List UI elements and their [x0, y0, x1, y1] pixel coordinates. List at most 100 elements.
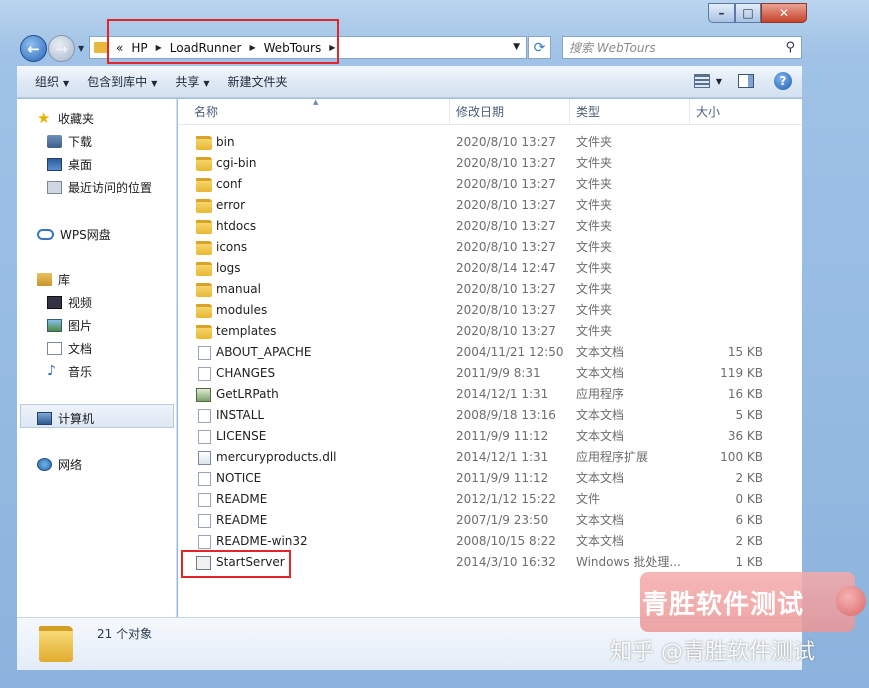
table-row[interactable]: CHANGES 2011/9/9 8:31 文本文档 119 KB: [178, 363, 802, 384]
table-row[interactable]: LICENSE 2011/9/9 11:12 文本文档 36 KB: [178, 426, 802, 447]
table-row[interactable]: NOTICE 2011/9/9 11:12 文本文档 2 KB: [178, 468, 802, 489]
folder-icon: [196, 157, 212, 171]
nav-documents[interactable]: 文档: [47, 340, 92, 357]
column-header-row: ▲ 名称 修改日期 类型 大小: [178, 98, 802, 125]
maximize-button[interactable]: □: [735, 3, 761, 23]
include-library-button[interactable]: 包含到库中 ▼: [87, 73, 157, 90]
table-row[interactable]: modules 2020/8/10 13:27 文件夹: [178, 300, 802, 321]
file-name: logs: [216, 261, 241, 275]
help-icon[interactable]: ?: [774, 72, 792, 90]
nav-desktop[interactable]: 桌面: [47, 156, 92, 173]
folder-icon: [196, 136, 212, 150]
table-row[interactable]: README 2012/1/12 15:22 文件 0 KB: [178, 489, 802, 510]
file-date: 2020/8/10 13:27: [456, 135, 556, 149]
table-row[interactable]: templates 2020/8/10 13:27 文件夹: [178, 321, 802, 342]
table-row[interactable]: mercuryproducts.dll 2014/12/1 1:31 应用程序扩展 1…: [178, 447, 802, 468]
file-name: conf: [216, 177, 242, 191]
table-row[interactable]: htdocs 2020/8/10 13:27 文件夹: [178, 216, 802, 237]
star-icon: ★: [37, 109, 51, 127]
navigation-pane: ★ 收藏夹 下载 桌面 最近访问的位置 WPS网盘 库 视频 图片 文档 ♪ 音乐 …: [17, 99, 177, 617]
file-date: 2020/8/10 13:27: [456, 240, 556, 254]
file-size: [691, 132, 763, 153]
table-row[interactable]: conf 2020/8/10 13:27 文件夹: [178, 174, 802, 195]
file-type: 文件夹: [576, 219, 613, 233]
folder-icon: [196, 304, 212, 318]
nav-pictures[interactable]: 图片: [47, 317, 92, 334]
file-date: 2020/8/10 13:27: [456, 198, 556, 212]
file-type: 文本文档: [576, 513, 625, 527]
file-type: Windows 批处理...: [576, 555, 681, 569]
nav-libraries[interactable]: 库: [37, 271, 70, 288]
close-button[interactable]: ✕: [761, 3, 807, 23]
new-folder-button[interactable]: 新建文件夹: [228, 73, 288, 90]
text-file-icon: [198, 514, 211, 528]
library-icon: [37, 273, 52, 286]
nav-music[interactable]: ♪ 音乐: [47, 363, 92, 380]
file-name: modules: [216, 303, 268, 317]
watermark-card: 青胜软件测试: [640, 572, 855, 632]
table-row[interactable]: ABOUT_APACHE 2004/11/21 12:50 文本文档 15 KB: [178, 342, 802, 363]
column-type[interactable]: 类型: [570, 99, 690, 125]
file-size: 2 KB: [735, 534, 763, 548]
file-size: 1 KB: [735, 555, 763, 569]
table-row[interactable]: manual 2020/8/10 13:27 文件夹: [178, 279, 802, 300]
file-list: ▲ 名称 修改日期 类型 大小 bin 2020/8/10 13:27 文件夹 cgi…: [178, 98, 802, 617]
table-row[interactable]: cgi-bin 2020/8/10 13:27 文件夹: [178, 153, 802, 174]
address-dropdown-icon[interactable]: ▼: [513, 42, 520, 52]
nav-desktop-label: 桌面: [68, 158, 93, 172]
column-name[interactable]: 名称: [188, 99, 450, 125]
chevron-down-icon: ▼: [63, 79, 70, 88]
file-size: 0 KB: [735, 492, 763, 506]
table-row[interactable]: GetLRPath 2014/12/1 1:31 应用程序 16 KB: [178, 384, 802, 405]
file-size: [691, 300, 763, 321]
picture-icon: [47, 319, 62, 332]
text-file-icon: [198, 346, 211, 360]
network-icon: [37, 458, 52, 471]
history-dropdown-icon[interactable]: ▼: [78, 44, 84, 53]
table-row[interactable]: bin 2020/8/10 13:27 文件夹: [178, 132, 802, 153]
nav-downloads[interactable]: 下载: [47, 133, 92, 150]
nav-wps-drive[interactable]: WPS网盘: [37, 226, 111, 243]
nav-network-label: 网络: [58, 458, 83, 472]
file-name: manual: [216, 282, 261, 296]
minimize-button[interactable]: –: [708, 3, 735, 23]
share-button[interactable]: 共享 ▼: [175, 73, 209, 90]
file-type: 文件夹: [576, 177, 613, 191]
table-row[interactable]: INSTALL 2008/9/18 13:16 文本文档 5 KB: [178, 405, 802, 426]
table-row[interactable]: README-win32 2008/10/15 8:22 文本文档 2 KB: [178, 531, 802, 552]
search-input[interactable]: 搜索 WebTours ⚲: [562, 36, 802, 59]
table-row[interactable]: icons 2020/8/10 13:27 文件夹: [178, 237, 802, 258]
include-library-label: 包含到库中: [87, 75, 148, 89]
search-icon[interactable]: ⚲: [785, 40, 795, 55]
file-date: 2020/8/10 13:27: [456, 282, 556, 296]
table-row[interactable]: logs 2020/8/14 12:47 文件夹: [178, 258, 802, 279]
column-size[interactable]: 大小: [690, 99, 770, 125]
view-options-icon[interactable]: [693, 74, 710, 88]
file-date: 2007/1/9 23:50: [456, 513, 549, 527]
nav-favorites[interactable]: ★ 收藏夹: [37, 110, 94, 127]
nav-recent[interactable]: 最近访问的位置: [47, 179, 152, 196]
refresh-button[interactable]: ⟳: [528, 36, 551, 59]
forward-button[interactable]: →: [48, 35, 75, 62]
file-name: CHANGES: [216, 366, 276, 380]
organize-button[interactable]: 组织 ▼: [35, 73, 69, 90]
nav-computer-label: 计算机: [58, 412, 95, 426]
preview-pane-icon[interactable]: [738, 74, 754, 88]
file-size: 5 KB: [735, 408, 763, 422]
application-icon: [196, 388, 211, 402]
desktop-icon: [47, 158, 62, 171]
chevron-down-icon: ▼: [151, 79, 158, 88]
file-size: [691, 279, 763, 300]
chevron-down-icon[interactable]: ▼: [716, 77, 722, 86]
file-date: 2011/9/9 8:31: [456, 366, 541, 380]
back-button[interactable]: ←: [20, 35, 47, 62]
table-row[interactable]: error 2020/8/10 13:27 文件夹: [178, 195, 802, 216]
watermark-card-text: 青胜软件测试: [642, 589, 805, 620]
folder-icon: [94, 42, 108, 53]
file-size: 16 KB: [727, 387, 763, 401]
nav-network[interactable]: 网络: [37, 456, 82, 473]
column-date[interactable]: 修改日期: [450, 99, 570, 125]
table-row[interactable]: README 2007/1/9 23:50 文本文档 6 KB: [178, 510, 802, 531]
nav-computer[interactable]: 计算机: [37, 410, 94, 427]
nav-videos[interactable]: 视频: [47, 294, 92, 311]
